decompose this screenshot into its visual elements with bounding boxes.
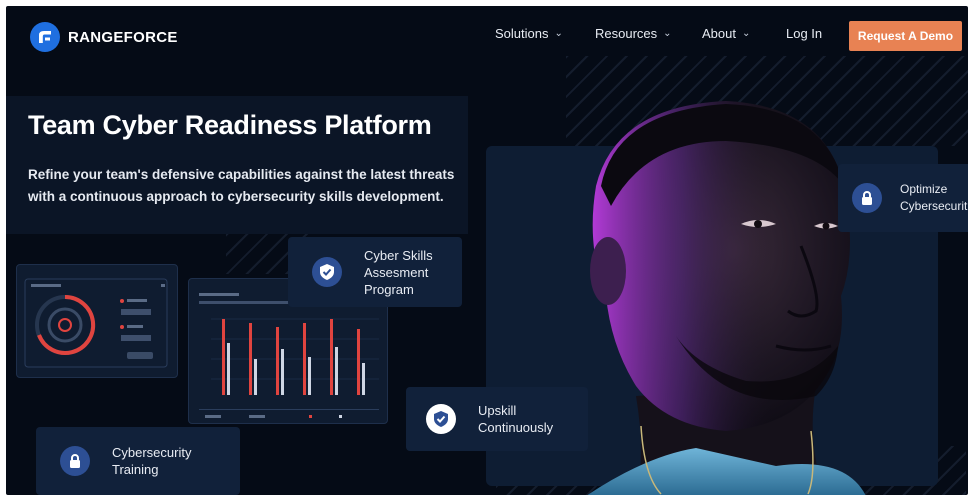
lock-icon <box>852 183 882 213</box>
shield-check-icon <box>312 257 342 287</box>
nav-about-label: About <box>702 26 736 41</box>
feature-cyber-skills-label: Cyber Skills Assesment Program <box>364 247 433 297</box>
page-frame: RANGEFORCE Solutions ⌄ Resources ⌄ About… <box>6 6 968 495</box>
feature-optimize-label: Optimize Cybersecurit <box>900 182 968 213</box>
lock-icon <box>60 446 90 476</box>
chevron-down-icon: ⌄ <box>663 28 672 39</box>
nav-about[interactable]: About ⌄ <box>702 26 750 41</box>
feature-upskill-label: Upskill Continuously <box>478 403 554 435</box>
nav-login-label: Log In <box>786 26 823 41</box>
feature-cyber-skills: Cyber Skills Assesment Program <box>288 237 462 307</box>
nav-login[interactable]: Log In <box>786 26 822 41</box>
nav-resources-label: Resources <box>595 26 658 41</box>
rangeforce-logo-icon <box>30 22 60 52</box>
chevron-down-icon: ⌄ <box>741 28 751 39</box>
request-demo-button[interactable]: Request A Demo <box>849 21 962 51</box>
chevron-down-icon: ⌄ <box>554 28 563 39</box>
hero-subtitle: Refine your team's defensive capabilitie… <box>28 167 455 204</box>
feature-training-label: Cybersecurity Training <box>112 445 192 477</box>
feature-upskill: Upskill Continuously <box>406 387 588 451</box>
feature-optimize: Optimize Cybersecurit <box>838 164 968 232</box>
shield-check-icon <box>426 404 456 434</box>
nav-solutions[interactable]: Solutions ⌄ <box>495 26 563 41</box>
brand-logo[interactable]: RANGEFORCE <box>30 22 178 52</box>
progress-ring-graphic <box>24 278 168 368</box>
feature-training: Cybersecurity Training <box>36 427 240 495</box>
brand-name: RANGEFORCE <box>68 28 178 46</box>
nav-resources[interactable]: Resources ⌄ <box>595 26 672 41</box>
top-navbar: RANGEFORCE Solutions ⌄ Resources ⌄ About… <box>6 6 968 64</box>
nav-solutions-label: Solutions <box>495 26 549 41</box>
hero-title: Team Cyber Readiness Platform <box>28 110 432 140</box>
progress-card <box>16 264 178 378</box>
